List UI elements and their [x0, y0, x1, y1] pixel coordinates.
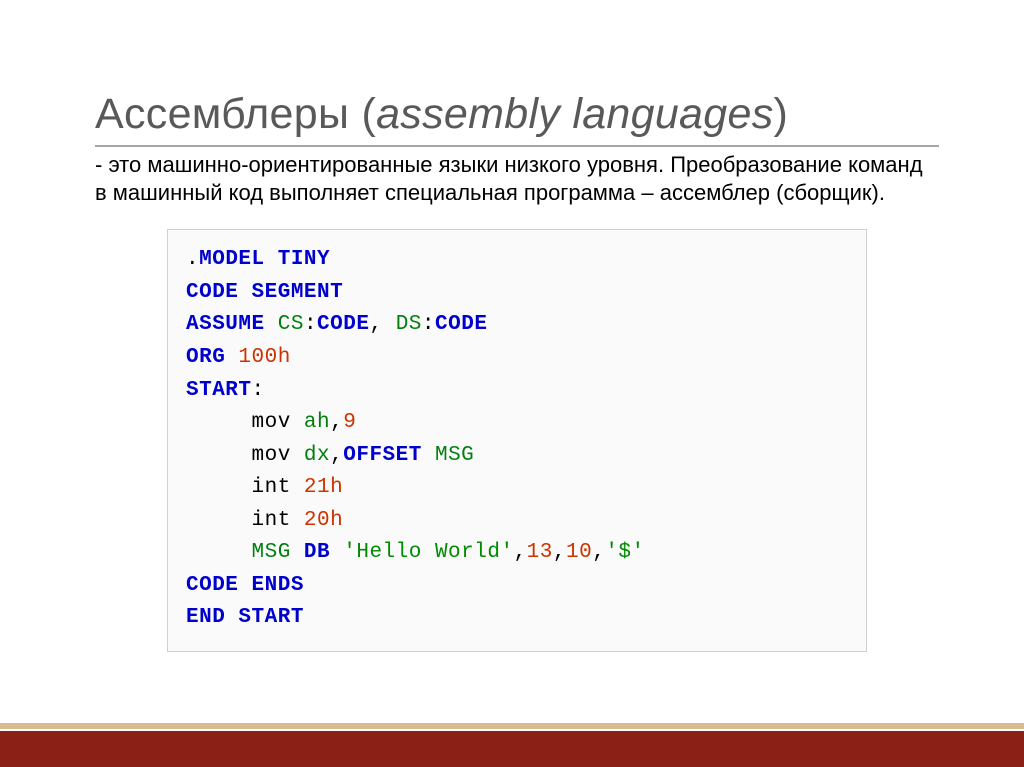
title-paren-open: (: [361, 90, 376, 138]
code-line-9: int 20h: [186, 505, 848, 538]
title-rule: [95, 145, 939, 147]
footer-band: [0, 731, 1024, 767]
code-block: .MODEL TINY CODE SEGMENT ASSUME CS:CODE,…: [167, 229, 867, 652]
code-line-5: START:: [186, 375, 848, 408]
code-line-3: ASSUME CS:CODE, DS:CODE: [186, 309, 848, 342]
slide-title: Ассемблеры (assembly languages): [95, 90, 939, 139]
code-line-7: mov dx,OFFSET MSG: [186, 440, 848, 473]
title-main: Ассемблеры: [95, 90, 361, 138]
slide: Ассемблеры (assembly languages) - это ма…: [0, 0, 1024, 767]
code-line-12: END START: [186, 602, 848, 635]
title-italic: assembly languages: [376, 90, 773, 138]
code-line-6: mov ah,9: [186, 407, 848, 440]
code-line-11: CODE ENDS: [186, 570, 848, 603]
code-line-1: .MODEL TINY: [186, 244, 848, 277]
code-line-4: ORG 100h: [186, 342, 848, 375]
code-line-10: MSG DB 'Hello World',13,10,'$': [186, 537, 848, 570]
title-paren-close: ): [774, 90, 789, 138]
slide-description: - это машинно-ориентированные языки низк…: [95, 151, 939, 207]
code-line-2: CODE SEGMENT: [186, 277, 848, 310]
code-line-8: int 21h: [186, 472, 848, 505]
